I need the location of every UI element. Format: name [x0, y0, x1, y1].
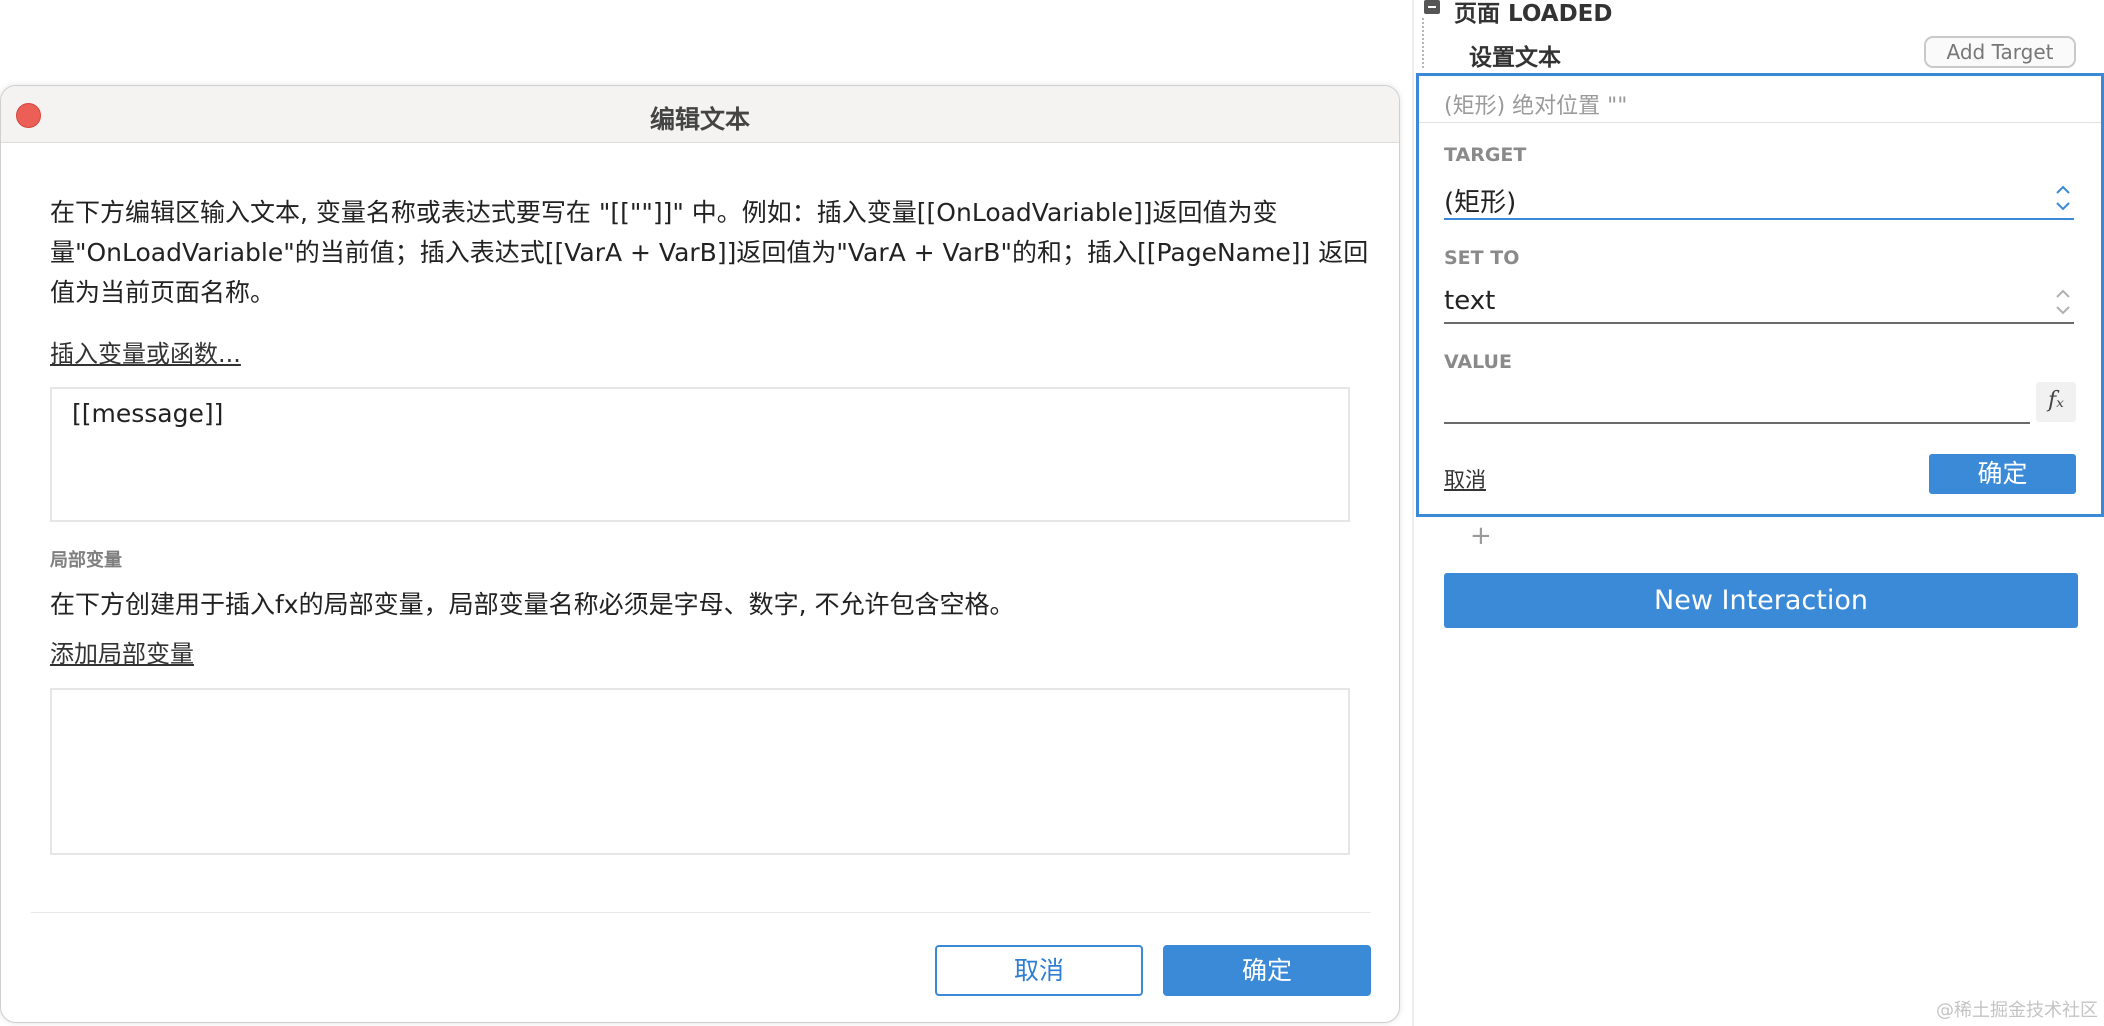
- action-summary: (矩形) 绝对位置 "": [1444, 94, 1628, 119]
- text-editor-value: [[message]]: [72, 399, 224, 428]
- cancel-button[interactable]: 取消: [935, 945, 1143, 996]
- text-editor[interactable]: [[message]]: [50, 387, 1350, 522]
- target-select-value: (矩形): [1444, 188, 1517, 218]
- plus-icon[interactable]: +: [1470, 521, 1492, 551]
- set-to-select[interactable]: text: [1444, 282, 2074, 324]
- target-select[interactable]: (矩形): [1444, 178, 2074, 220]
- dialog-titlebar: 编辑文本: [1, 86, 1399, 143]
- collapse-icon[interactable]: [1424, 0, 1440, 14]
- edit-text-dialog: 编辑文本 在下方编辑区输入文本, 变量名称或表达式要写在 "[[""]]" 中。…: [0, 85, 1400, 1023]
- chevron-updown-icon: [2056, 185, 2070, 211]
- chevron-updown-icon: [2056, 289, 2070, 315]
- set-to-select-value: text: [1444, 286, 1496, 316]
- card-ok-button[interactable]: 确定: [1929, 454, 2076, 494]
- new-interaction-button[interactable]: New Interaction: [1444, 573, 2078, 628]
- set-to-label: SET TO: [1444, 247, 1520, 269]
- insert-variable-link[interactable]: 插入变量或函数...: [50, 334, 241, 369]
- card-divider: [1419, 122, 2101, 123]
- value-input[interactable]: [1444, 384, 2030, 424]
- target-label: TARGET: [1444, 144, 1527, 166]
- value-label: VALUE: [1444, 351, 1512, 373]
- ok-button[interactable]: 确定: [1163, 945, 1371, 996]
- add-target-button[interactable]: Add Target: [1924, 36, 2076, 68]
- add-local-variable-link[interactable]: 添加局部变量: [50, 634, 194, 669]
- action-title[interactable]: 设置文本: [1469, 38, 1561, 72]
- card-cancel-link[interactable]: 取消: [1444, 464, 1486, 494]
- set-text-action-card: (矩形) 绝对位置 "" TARGET (矩形) SET TO text VAL…: [1416, 73, 2104, 517]
- tree-connector: [1422, 18, 1424, 68]
- event-title[interactable]: 页面 LOADED: [1454, 0, 1612, 28]
- watermark: @稀土掘金技术社区: [1936, 1000, 2098, 1021]
- dialog-title: 编辑文本: [649, 105, 750, 134]
- instructions-text: 在下方编辑区输入文本, 变量名称或表达式要写在 "[[""]]" 中。例如：插入…: [50, 198, 1369, 307]
- local-variables-list[interactable]: [50, 688, 1350, 855]
- fx-icon[interactable]: 𝑓ₓ: [2036, 382, 2076, 422]
- dialog-divider: [31, 912, 1371, 913]
- local-variables-description: 在下方创建用于插入fx的局部变量，局部变量名称必须是字母、数字, 不允许包含空格…: [50, 590, 1015, 619]
- local-variables-label: 局部变量: [50, 550, 122, 571]
- panel-divider: [1412, 0, 1414, 1026]
